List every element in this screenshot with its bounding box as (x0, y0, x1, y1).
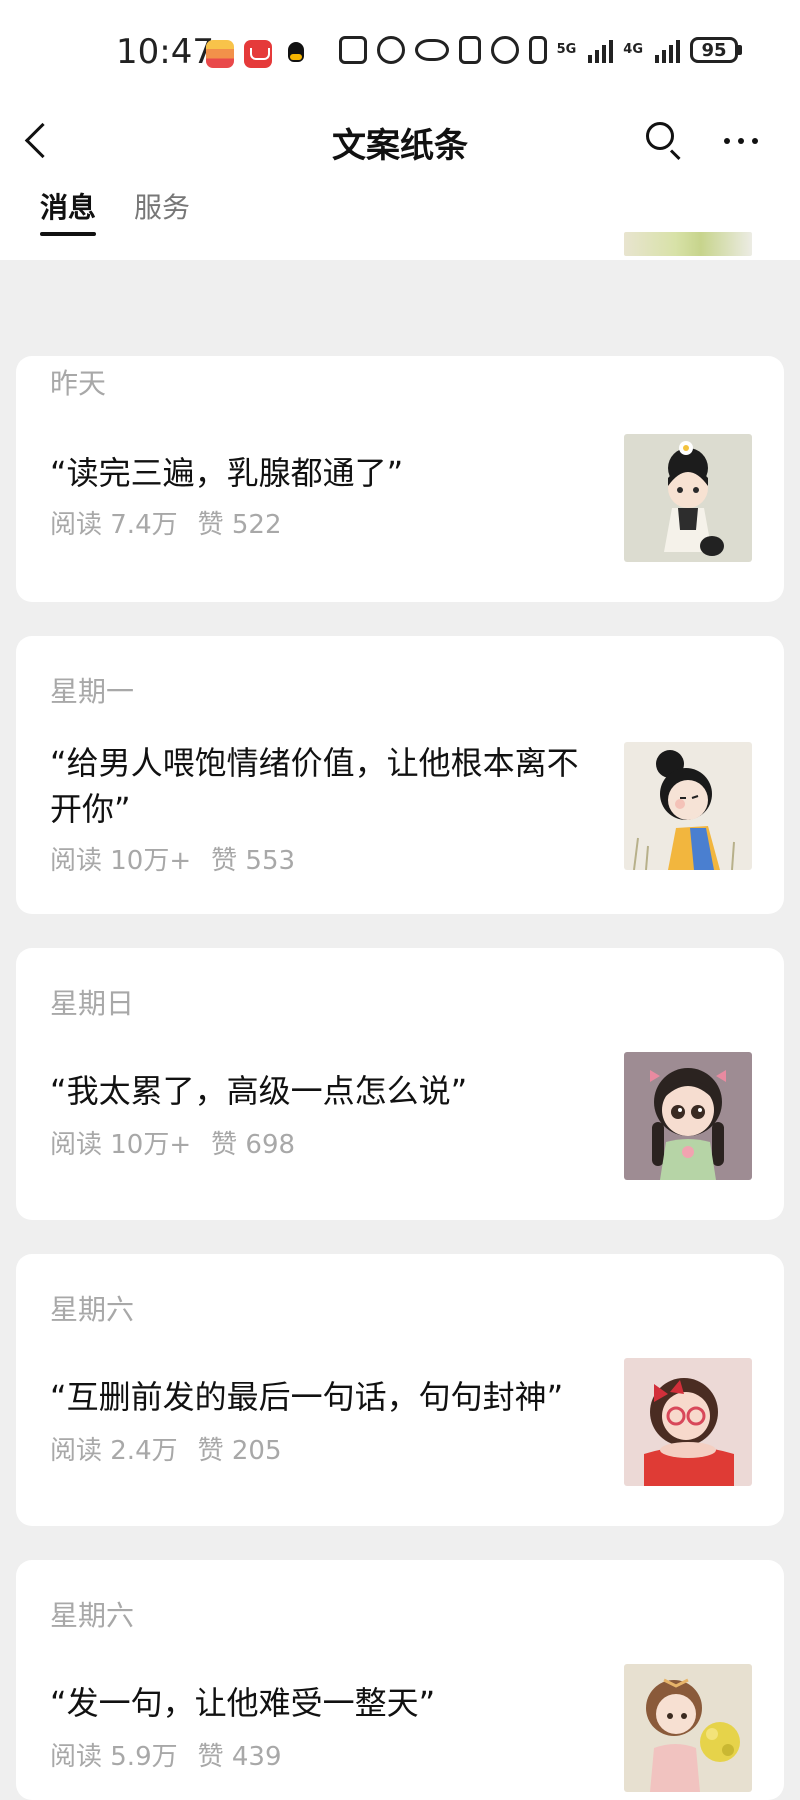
previous-article-thumbnail[interactable] (624, 232, 752, 256)
girl-with-flowers (624, 1664, 752, 1792)
article-date: 星期六 (50, 1293, 135, 1326)
network-4g-label: 4G (623, 42, 643, 57)
article-stats: 阅读 10万+ 赞 698 (50, 1124, 295, 1161)
article-card[interactable]: 星期六 “发一句，让他难受一整天” 阅读 5.9万 赞 439 (16, 1560, 784, 1800)
read-count: 阅读 10万+ (50, 846, 192, 876)
article-title[interactable]: “读完三遍，乳腺都通了” (50, 450, 610, 496)
alarm-icon (490, 36, 519, 64)
signal-strength-icon (655, 37, 680, 63)
article-date: 昨天 (50, 367, 107, 400)
system-status-icons: 5G 4G 95 (338, 36, 742, 64)
speedometer-icon (376, 36, 405, 64)
nav-bar: 文案纸条 (0, 100, 800, 186)
article-card[interactable]: 星期六 “互删前发的最后一句话，句句封神” 阅读 2.4万 赞 205 (16, 1254, 784, 1526)
notification-icons (206, 40, 310, 68)
qq-penguin-icon (282, 40, 310, 68)
signal-strength-icon (588, 37, 614, 63)
tab-bar: 消息 服务 (40, 186, 276, 236)
tab-messages[interactable]: 消息 (40, 186, 97, 236)
more-options-icon[interactable] (724, 138, 758, 144)
article-card[interactable]: 昨天 “读完三遍，乳腺都通了” 阅读 7.4万 赞 522 (16, 356, 784, 602)
like-count: 赞 205 (197, 1436, 282, 1466)
article-card[interactable]: 星期一 “给男人喂饱情绪价值，让他根本离不开你” 阅读 10万+ 赞 553 (16, 636, 784, 914)
read-count: 阅读 10万+ (50, 1130, 192, 1160)
vibrate-icon (528, 36, 547, 64)
article-date: 星期六 (50, 1599, 135, 1632)
girl-with-flower-illustration (624, 434, 752, 562)
tab-fade (216, 186, 276, 226)
search-icon[interactable] (646, 122, 682, 158)
doll-girl-with-braids (624, 1052, 752, 1180)
article-title[interactable]: “给男人喂饱情绪价值，让他根本离不开你” (50, 740, 610, 832)
pouting-girl-illustration (624, 742, 752, 870)
read-count: 阅读 7.4万 (50, 510, 178, 540)
tab-services[interactable]: 服务 (134, 186, 190, 234)
article-stats: 阅读 5.9万 赞 439 (50, 1736, 282, 1773)
article-stats: 阅读 10万+ 赞 553 (50, 840, 295, 877)
article-title[interactable]: “发一句，让他难受一整天” (50, 1680, 610, 1726)
like-count: 赞 698 (211, 1130, 296, 1160)
article-title[interactable]: “我太累了，高级一点怎么说” (50, 1068, 610, 1114)
article-thumbnail[interactable] (624, 434, 752, 562)
girl-with-glasses (624, 1358, 752, 1486)
article-date: 星期日 (50, 987, 135, 1020)
like-count: 赞 553 (211, 846, 296, 876)
article-stats: 阅读 2.4万 赞 205 (50, 1430, 282, 1467)
article-date: 星期一 (50, 675, 135, 708)
article-title[interactable]: “互删前发的最后一句话，句句封神” (50, 1374, 610, 1420)
huawei-appgallery-icon (244, 40, 272, 68)
battery-level: 95 (690, 37, 738, 63)
status-time: 10:47 (116, 32, 214, 72)
eye-icon (414, 39, 449, 61)
read-count: 阅读 5.9万 (50, 1742, 178, 1772)
briefcase-clock-icon (338, 36, 367, 64)
status-bar: 10:47 5G 4G 95 (0, 0, 800, 100)
read-count: 阅读 2.4万 (50, 1436, 178, 1466)
article-thumbnail[interactable] (624, 1358, 752, 1486)
like-count: 赞 439 (197, 1742, 282, 1772)
article-thumbnail[interactable] (624, 1052, 752, 1180)
article-stats: 阅读 7.4万 赞 522 (50, 504, 282, 541)
article-card[interactable]: 星期日 “我太累了，高级一点怎么说” 阅读 10万+ 赞 698 (16, 948, 784, 1220)
nfc-icon (458, 36, 481, 64)
article-thumbnail[interactable] (624, 742, 752, 870)
battery-icon: 95 (690, 37, 742, 63)
app-notification-icon (206, 40, 234, 68)
article-thumbnail[interactable] (624, 1664, 752, 1792)
like-count: 赞 522 (197, 510, 282, 540)
network-5g-label: 5G (556, 42, 577, 57)
